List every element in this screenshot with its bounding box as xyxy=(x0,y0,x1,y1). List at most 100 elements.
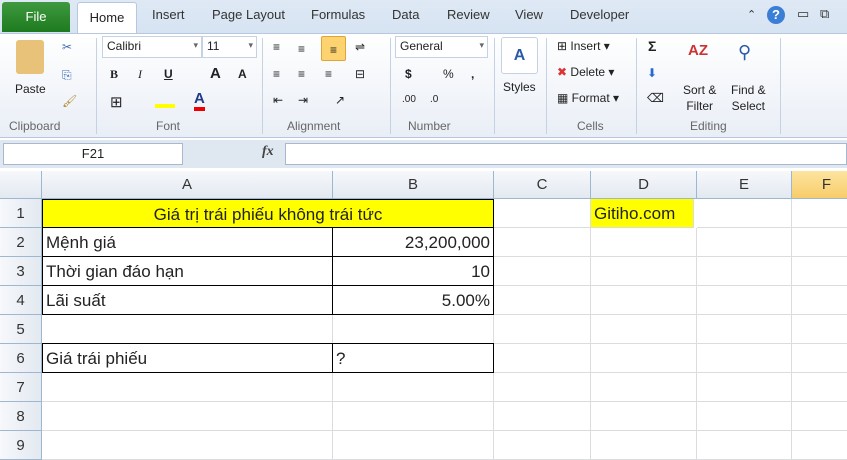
column-header-d[interactable]: D xyxy=(591,171,697,199)
row-header-5[interactable]: 5 xyxy=(0,315,42,344)
cell-d2[interactable] xyxy=(591,228,697,257)
cell-b4[interactable]: 5.00% xyxy=(333,286,494,315)
align-right-icon[interactable]: ≡ xyxy=(325,67,332,81)
row-header-3[interactable]: 3 xyxy=(0,257,42,286)
number-format-select[interactable]: General xyxy=(395,36,488,58)
row-header-4[interactable]: 4 xyxy=(0,286,42,315)
cell-c8[interactable] xyxy=(494,402,591,431)
cell-c2[interactable] xyxy=(494,228,591,257)
align-left-icon[interactable]: ≡ xyxy=(273,67,280,81)
tab-developer[interactable]: Developer xyxy=(570,7,629,22)
cell-c7[interactable] xyxy=(494,373,591,402)
tab-formulas[interactable]: Formulas xyxy=(311,7,365,22)
cell-e6[interactable] xyxy=(697,344,792,373)
borders-icon[interactable]: ⊞ xyxy=(110,93,123,111)
column-header-b[interactable]: B xyxy=(333,171,494,199)
decrease-decimal-icon[interactable]: .0 xyxy=(430,94,438,105)
cut-icon[interactable]: ✂ xyxy=(62,40,72,54)
cell-b3[interactable]: 10 xyxy=(333,257,494,286)
paste-button[interactable]: Paste xyxy=(15,82,46,96)
underline-button[interactable]: U xyxy=(164,67,173,81)
cell-d3[interactable] xyxy=(591,257,697,286)
align-middle-icon[interactable]: ≡ xyxy=(298,42,305,56)
cell-b5[interactable] xyxy=(333,315,494,344)
fill-icon[interactable]: ⬇ xyxy=(647,66,657,80)
cell-e8[interactable] xyxy=(697,402,792,431)
name-box[interactable]: F21 xyxy=(3,143,183,165)
increase-decimal-icon[interactable]: .00 xyxy=(402,94,416,105)
autosum-icon[interactable]: Σ xyxy=(648,38,656,54)
tab-home[interactable]: Home xyxy=(77,2,137,34)
cell-b6[interactable]: ? xyxy=(333,343,494,373)
bold-button[interactable]: B xyxy=(110,67,118,82)
comma-button[interactable]: , xyxy=(471,67,474,81)
orientation-icon[interactable]: ↗ xyxy=(335,93,345,107)
cell-a1[interactable]: Giá trị trái phiếu không trái tức xyxy=(42,199,494,228)
cell-d7[interactable] xyxy=(591,373,697,402)
cell-d4[interactable] xyxy=(591,286,697,315)
cell-a2[interactable]: Mệnh giá xyxy=(42,228,333,257)
select-all-corner[interactable] xyxy=(0,171,42,199)
cell-a3[interactable]: Thời gian đáo hạn xyxy=(42,257,333,286)
cell-e7[interactable] xyxy=(697,373,792,402)
find-select-button[interactable]: Find & Select xyxy=(731,82,766,114)
cell-c4[interactable] xyxy=(494,286,591,315)
styles-icon[interactable]: A xyxy=(501,37,538,74)
paste-icon[interactable] xyxy=(16,40,44,74)
cell-d9[interactable] xyxy=(591,431,697,460)
delete-cells-button[interactable]: ✖ Delete ▾ xyxy=(557,65,614,79)
cell-f5[interactable] xyxy=(792,315,847,344)
font-color-icon[interactable]: A xyxy=(194,90,205,111)
cell-f9[interactable] xyxy=(792,431,847,460)
format-cells-button[interactable]: ▦ Format ▾ xyxy=(557,91,619,105)
cell-e9[interactable] xyxy=(697,431,792,460)
cell-d6[interactable] xyxy=(591,344,697,373)
row-header-6[interactable]: 6 xyxy=(0,344,42,373)
row-header-2[interactable]: 2 xyxy=(0,228,42,257)
increase-indent-icon[interactable]: ⇥ xyxy=(298,93,308,107)
tab-page-layout[interactable]: Page Layout xyxy=(212,7,285,22)
cell-f2[interactable] xyxy=(792,228,847,257)
cell-a5[interactable] xyxy=(42,315,333,344)
tab-file[interactable]: File xyxy=(2,2,70,32)
row-header-7[interactable]: 7 xyxy=(0,373,42,402)
cell-a4[interactable]: Lãi suất xyxy=(42,286,333,315)
cell-e5[interactable] xyxy=(697,315,792,344)
column-header-e[interactable]: E xyxy=(697,171,792,199)
cell-a6[interactable]: Giá trái phiếu xyxy=(42,343,333,373)
insert-function-button[interactable]: fx xyxy=(262,144,274,160)
cell-c1[interactable] xyxy=(494,199,591,228)
cell-e3[interactable] xyxy=(697,257,792,286)
restore-window-icon[interactable]: ⧉ xyxy=(820,6,829,22)
cell-e2[interactable] xyxy=(697,228,792,257)
formula-input[interactable] xyxy=(285,143,847,165)
font-name-select[interactable]: Calibri xyxy=(102,36,202,58)
help-icon[interactable]: ? xyxy=(767,6,785,24)
cell-f4[interactable] xyxy=(792,286,847,315)
wrap-text-icon[interactable]: ⇌ xyxy=(355,40,365,54)
italic-button[interactable]: I xyxy=(138,67,142,82)
cell-c5[interactable] xyxy=(494,315,591,344)
currency-button[interactable]: $ xyxy=(405,67,412,81)
cell-a7[interactable] xyxy=(42,373,333,402)
cell-e4[interactable] xyxy=(697,286,792,315)
styles-button[interactable]: Styles xyxy=(503,80,536,94)
cell-f6[interactable] xyxy=(792,344,847,373)
tab-data[interactable]: Data xyxy=(392,7,419,22)
font-size-select[interactable]: 11 xyxy=(202,36,257,58)
cell-c3[interactable] xyxy=(494,257,591,286)
tab-view[interactable]: View xyxy=(515,7,543,22)
clear-icon[interactable]: ⌫ xyxy=(647,91,664,105)
column-header-f[interactable]: F xyxy=(792,171,847,199)
sort-filter-icon[interactable]: AZ xyxy=(688,42,708,59)
cell-f7[interactable] xyxy=(792,373,847,402)
row-header-9[interactable]: 9 xyxy=(0,431,42,460)
column-header-a[interactable]: A xyxy=(42,171,333,199)
cell-d8[interactable] xyxy=(591,402,697,431)
find-select-icon[interactable]: ⚲ xyxy=(738,42,751,63)
cell-d5[interactable] xyxy=(591,315,697,344)
row-header-8[interactable]: 8 xyxy=(0,402,42,431)
percent-button[interactable]: % xyxy=(443,67,454,81)
shrink-font-icon[interactable]: A xyxy=(238,67,247,81)
sort-filter-button[interactable]: Sort & Filter xyxy=(683,82,716,114)
